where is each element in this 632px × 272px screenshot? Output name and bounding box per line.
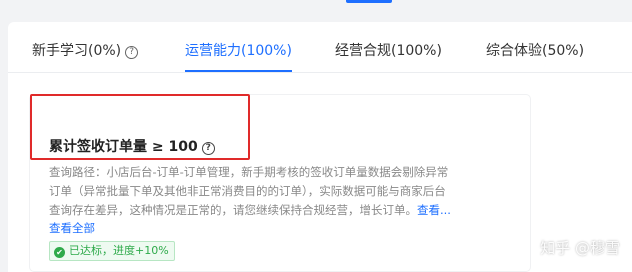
status-badge: ✔ 已达标，进度+10% (49, 241, 175, 261)
top-active-indicator (346, 0, 392, 3)
check-circle-icon: ✔ (54, 247, 65, 258)
tab-label: 新手学习(0%) (32, 43, 122, 59)
metric-title: 累计签收订单量 ≥ 100? (49, 136, 215, 156)
status-text: 已达标，进度+10% (69, 244, 169, 257)
task-panel: 新手学习(0%)? 运营能力(100%) 经营合规(100%) 综合体验(50%… (8, 22, 632, 272)
description-line-last: 查询存在差异，这种情况是正常的，请您继续保持合规经营，增长订单。查看... (49, 201, 481, 220)
watermark: 知乎 @穆雪 (540, 239, 620, 257)
tab-business-compliance[interactable]: 经营合规(100%) (335, 41, 442, 61)
tab-operation-ability[interactable]: 运营能力(100%) (185, 41, 292, 72)
tab-newbie-learning[interactable]: 新手学习(0%)? (32, 41, 139, 61)
question-circle-icon[interactable]: ? (201, 142, 215, 155)
active-tab-underline (185, 70, 292, 72)
more-link[interactable]: 查看... (417, 203, 451, 217)
metric-card: 累计签收订单量 ≥ 100? 查询路径：小店后台-订单-订单管理，新手期考核的签… (30, 94, 530, 271)
description-line: 查询路径：小店后台-订单-订单管理，新手期考核的签收订单量数据会剔除异常 (49, 165, 449, 179)
tab-label: 综合体验(50%) (486, 43, 585, 59)
description-line-text: 查询存在差异，这种情况是正常的，请您继续保持合规经营，增长订单。 (49, 203, 417, 217)
description-line: 订单（异常批量下单及其他非正常消费目的的订单），实际数据可能与商家后台 (49, 184, 446, 198)
question-circle-icon[interactable]: ? (125, 46, 139, 59)
tab-label: 运营能力(100%) (185, 43, 292, 59)
view-all-link[interactable]: 查看全部 (49, 220, 95, 236)
tab-overall-experience[interactable]: 综合体验(50%) (486, 41, 584, 61)
metric-description: 查询路径：小店后台-订单-订单管理，新手期考核的签收订单量数据会剔除异常 订单（… (49, 163, 481, 220)
metric-title-text: 累计签收订单量 ≥ 100 (49, 139, 198, 155)
tab-label: 经营合规(100%) (335, 43, 442, 59)
tab-bar: 新手学习(0%)? 运营能力(100%) 经营合规(100%) 综合体验(50%… (8, 22, 632, 73)
